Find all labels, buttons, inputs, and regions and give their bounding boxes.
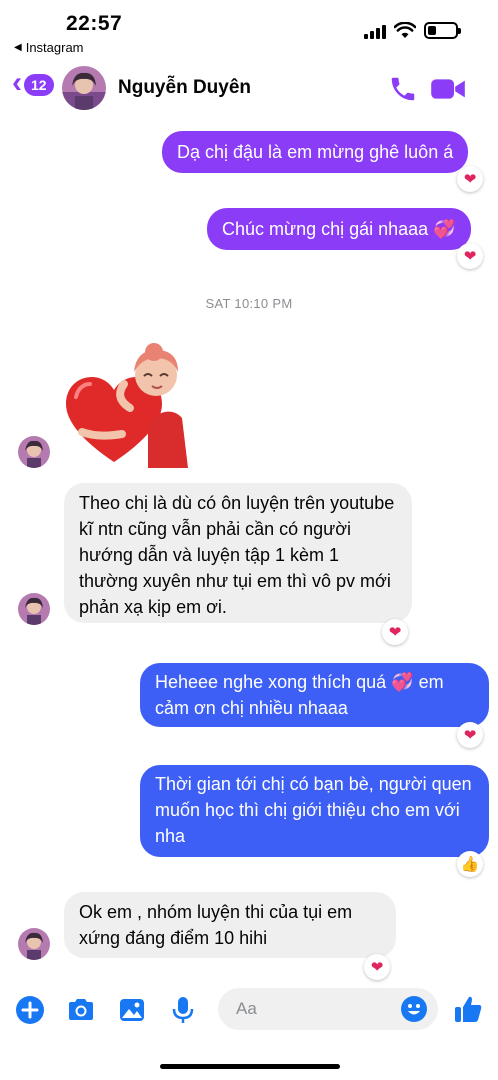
chat-header: ‹ 12 Nguyễn Duyên bbox=[0, 62, 498, 116]
phone-icon[interactable] bbox=[388, 74, 418, 104]
status-bar: 22:57 ◀ Instagram bbox=[0, 0, 498, 60]
home-indicator bbox=[160, 1064, 340, 1069]
outgoing-message[interactable]: Chúc mừng chị gái nhaaa 💞 bbox=[207, 208, 471, 250]
signal-icon bbox=[364, 23, 386, 39]
back-button[interactable]: ‹ 12 bbox=[12, 68, 54, 98]
contact-avatar-small[interactable] bbox=[18, 928, 50, 960]
incoming-message[interactable]: Theo chị là dù có ôn luyện trên youtube … bbox=[64, 483, 412, 623]
wifi-icon bbox=[394, 22, 416, 38]
camera-icon[interactable] bbox=[66, 995, 96, 1025]
emoji-icon[interactable] bbox=[400, 995, 428, 1023]
heart-reaction[interactable]: ❤ bbox=[457, 166, 483, 192]
thumbs-up-icon[interactable] bbox=[452, 993, 484, 1025]
microphone-icon[interactable] bbox=[168, 995, 198, 1025]
heart-reaction[interactable]: ❤ bbox=[457, 722, 483, 748]
like-reaction[interactable]: 👍 bbox=[457, 851, 483, 877]
heart-hug-sticker[interactable] bbox=[64, 342, 194, 472]
battery-icon bbox=[424, 22, 461, 39]
back-triangle-icon: ◀ bbox=[14, 42, 22, 53]
outgoing-message[interactable]: Thời gian tới chị có bạn bè, người quen … bbox=[140, 765, 489, 857]
back-to-instagram[interactable]: ◀ Instagram bbox=[14, 40, 84, 55]
status-time: 22:57 bbox=[66, 12, 123, 35]
heart-reaction[interactable]: ❤ bbox=[457, 243, 483, 269]
outgoing-message[interactable]: Heheee nghe xong thích quá 💞 em cảm ơn c… bbox=[140, 663, 489, 727]
contact-avatar[interactable] bbox=[62, 66, 106, 110]
unread-count-badge: 12 bbox=[24, 74, 54, 96]
contact-name[interactable]: Nguyễn Duyên bbox=[118, 77, 251, 99]
incoming-message[interactable]: Ok em , nhóm luyện thi của tụi em xứng đ… bbox=[64, 892, 396, 958]
chat-timestamp: SAT 10:10 PM bbox=[205, 296, 293, 311]
image-icon[interactable] bbox=[117, 995, 147, 1025]
message-input-placeholder: Aa bbox=[236, 999, 257, 1018]
message-composer: Aa bbox=[0, 985, 498, 1041]
status-icons bbox=[364, 22, 461, 39]
plus-icon[interactable] bbox=[15, 995, 45, 1025]
message-input[interactable]: Aa bbox=[218, 988, 438, 1030]
heart-reaction[interactable]: ❤ bbox=[364, 954, 390, 980]
contact-avatar-small[interactable] bbox=[18, 436, 50, 468]
heart-reaction[interactable]: ❤ bbox=[382, 619, 408, 645]
video-camera-icon[interactable] bbox=[430, 74, 466, 104]
outgoing-message[interactable]: Dạ chị đậu là em mừng ghê luôn á bbox=[162, 131, 469, 173]
back-app-label: Instagram bbox=[25, 40, 84, 55]
contact-avatar-small[interactable] bbox=[18, 593, 50, 625]
chevron-left-icon: ‹ bbox=[12, 66, 22, 99]
